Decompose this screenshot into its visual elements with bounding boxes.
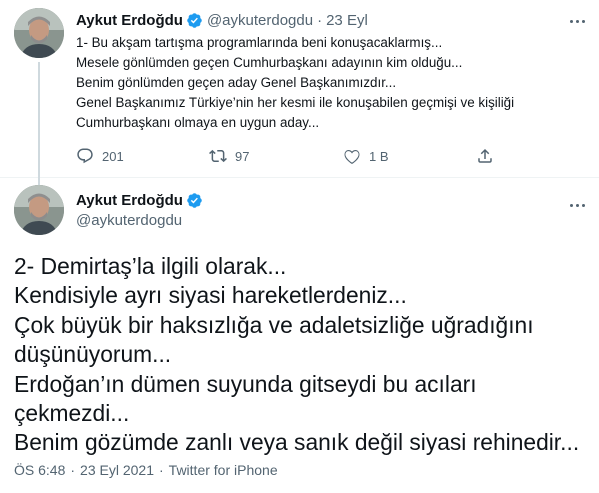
tweet-2-header: Aykut Erdoğdu @aykuterdogdu bbox=[76, 190, 207, 229]
retweet-icon bbox=[209, 149, 227, 163]
avatar[interactable] bbox=[14, 185, 64, 235]
tweet-1-text: 1- Bu akşam tartışma programlarında beni… bbox=[76, 33, 581, 133]
tweet-text-line: Genel Başkanımız Türkiye’nin her kesmi i… bbox=[76, 95, 515, 110]
tweet-metadata: ÖS 6:48 · 23 Eyl 2021 · Twitter for iPhone bbox=[14, 462, 278, 478]
more-options-icon[interactable] bbox=[565, 196, 589, 214]
retweet-count: 97 bbox=[235, 148, 250, 164]
separator-dot: · bbox=[159, 462, 164, 478]
tweet-full-date[interactable]: 23 Eyl 2021 bbox=[80, 462, 154, 478]
tweet-text-line: Çok büyük bir haksızlığa ve adaletsizliğ… bbox=[14, 311, 534, 338]
tweet-text-line: Erdoğan’ın dümen suyunda gitseydi bu acı… bbox=[14, 370, 477, 397]
verified-badge-icon bbox=[187, 12, 202, 28]
tweet-text-line: Benim gözümde zanlı veya sanık değil siy… bbox=[14, 429, 580, 456]
reply-icon bbox=[77, 148, 93, 164]
like-count: 1 B bbox=[369, 148, 389, 164]
avatar[interactable] bbox=[14, 8, 64, 58]
author-handle[interactable]: @aykuterdogdu bbox=[76, 212, 207, 229]
tweet-date[interactable]: 23 Eyl bbox=[326, 12, 368, 29]
tweet-text-line: Kendisiyle ayrı siyasi hareketlerdeniz..… bbox=[14, 282, 407, 309]
thread-connector-line bbox=[38, 62, 40, 185]
share-icon bbox=[478, 148, 492, 163]
author-handle[interactable]: @aykuterdogdu bbox=[207, 12, 313, 29]
tweet-time[interactable]: ÖS 6:48 bbox=[14, 462, 65, 478]
tweet-text-line: düşünüyorum... bbox=[14, 341, 172, 368]
tweet-1[interactable]: Aykut Erdoğdu @aykuterdogdu · 23 Eyl 1- … bbox=[0, 0, 599, 185]
tweet-2-text: 2- Demirtaş’la ilgili olarak... Kendisiy… bbox=[14, 252, 594, 458]
retweet-button[interactable]: 97 bbox=[209, 146, 249, 166]
verified-badge-icon bbox=[187, 192, 202, 208]
separator-dot: · bbox=[317, 11, 323, 29]
tweet-source[interactable]: Twitter for iPhone bbox=[169, 462, 278, 478]
more-options-icon[interactable] bbox=[565, 12, 589, 30]
author-name[interactable]: Aykut Erdoğdu bbox=[76, 12, 183, 29]
heart-icon bbox=[344, 149, 360, 165]
tweet-1-header: Aykut Erdoğdu @aykuterdogdu · 23 Eyl bbox=[76, 10, 368, 30]
reply-button[interactable]: 201 bbox=[76, 146, 124, 166]
author-name[interactable]: Aykut Erdoğdu bbox=[76, 192, 183, 209]
tweet-text-line: Mesele gönlümden geçen Cumhurbaşkanı ada… bbox=[76, 55, 463, 70]
reply-count: 201 bbox=[102, 148, 124, 164]
avatar-photo bbox=[14, 185, 64, 235]
tweet-text-line: 1- Bu akşam tartışma programlarında beni… bbox=[76, 35, 443, 50]
like-button[interactable]: 1 B bbox=[343, 146, 389, 166]
tweet-text-line: Benim gönlümden geçen aday Genel Başkanı… bbox=[76, 75, 397, 90]
share-button[interactable] bbox=[476, 146, 494, 166]
tweet-text-line: 2- Demirtaş’la ilgili olarak... bbox=[14, 253, 287, 279]
tweet-text-line: Cumhurbaşkanı olmaya en uygun aday... bbox=[76, 115, 320, 130]
separator-dot: · bbox=[70, 462, 76, 478]
avatar-photo bbox=[14, 8, 64, 58]
tweet-actions: 201 97 1 B bbox=[76, 146, 581, 166]
tweet-text-line: çekmezdi... bbox=[14, 400, 130, 427]
